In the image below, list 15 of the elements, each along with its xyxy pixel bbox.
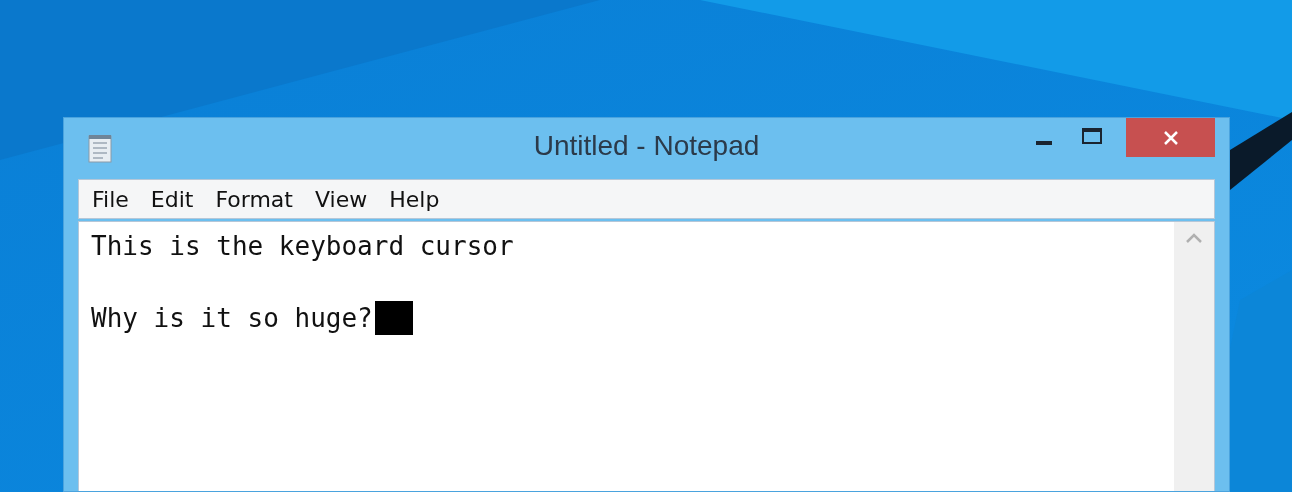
scroll-up-icon[interactable] — [1185, 232, 1203, 244]
scrollbar[interactable] — [1174, 222, 1214, 491]
notepad-icon — [86, 133, 114, 164]
window-title: Untitled - Notepad — [533, 130, 760, 162]
close-button[interactable] — [1126, 118, 1215, 157]
menu-item[interactable]: File — [85, 184, 136, 214]
menu-item[interactable]: Format — [208, 184, 300, 214]
text-line: Why is it so huge? — [91, 302, 373, 335]
menu-item[interactable]: View — [307, 184, 375, 214]
close-icon — [1162, 129, 1179, 146]
text-line: This is the keyboard cursor — [91, 230, 514, 263]
menu-item[interactable]: Help — [382, 184, 447, 214]
minimize-icon — [1036, 141, 1052, 145]
maximize-icon — [1082, 128, 1102, 144]
menu-item[interactable]: Edit — [143, 184, 201, 214]
